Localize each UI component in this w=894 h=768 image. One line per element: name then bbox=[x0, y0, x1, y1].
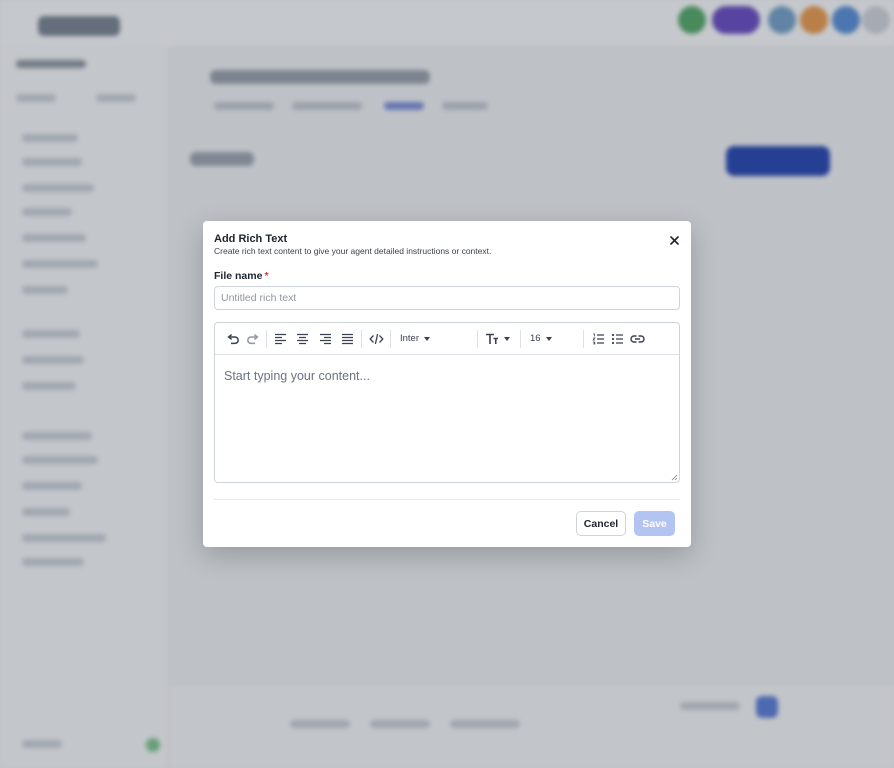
resize-handle-icon[interactable] bbox=[670, 473, 678, 481]
cancel-button[interactable]: Cancel bbox=[576, 511, 626, 536]
toolbar-divider bbox=[361, 330, 362, 348]
align-right-icon bbox=[319, 333, 331, 344]
align-justify-icon bbox=[341, 333, 353, 344]
dialog-title: Add Rich Text bbox=[214, 233, 288, 245]
code-icon bbox=[368, 333, 384, 344]
file-name-label-text: File name bbox=[214, 270, 263, 282]
toolbar-divider bbox=[266, 330, 267, 348]
align-left-icon bbox=[274, 333, 286, 344]
align-center-icon bbox=[296, 333, 308, 344]
align-justify-button[interactable] bbox=[339, 330, 355, 347]
editor-toolbar: Inter 16 bbox=[215, 323, 679, 355]
chevron-down-icon bbox=[545, 336, 552, 341]
bullet-list-icon bbox=[611, 333, 623, 344]
font-family-dropdown[interactable]: Inter bbox=[400, 330, 440, 347]
add-rich-text-dialog: Add Rich Text Create rich text content t… bbox=[203, 221, 691, 547]
toolbar-divider bbox=[390, 330, 391, 348]
chevron-down-icon bbox=[504, 336, 510, 341]
required-marker: * bbox=[264, 270, 269, 282]
toolbar-divider bbox=[477, 330, 478, 348]
ordered-list-button[interactable] bbox=[590, 330, 606, 347]
undo-icon bbox=[226, 333, 239, 344]
rich-text-editor: Inter 16 Start typing your content... bbox=[214, 322, 680, 483]
link-icon bbox=[629, 334, 645, 343]
close-icon bbox=[669, 235, 679, 245]
code-button[interactable] bbox=[367, 330, 385, 347]
text-size-icon bbox=[486, 333, 498, 344]
font-size-dropdown[interactable]: 16 bbox=[530, 330, 560, 347]
dialog-subtitle: Create rich text content to give your ag… bbox=[214, 246, 492, 256]
align-left-button[interactable] bbox=[272, 330, 288, 347]
file-name-input[interactable] bbox=[214, 286, 680, 310]
close-button[interactable] bbox=[666, 232, 682, 248]
toolbar-divider bbox=[583, 330, 584, 348]
redo-button[interactable] bbox=[244, 330, 261, 347]
align-center-button[interactable] bbox=[294, 330, 310, 347]
link-button[interactable] bbox=[628, 330, 646, 347]
toolbar-divider bbox=[520, 330, 521, 348]
bullet-list-button[interactable] bbox=[609, 330, 625, 347]
redo-icon bbox=[246, 333, 259, 344]
chevron-down-icon bbox=[424, 336, 431, 341]
font-family-value: Inter bbox=[400, 333, 420, 344]
ordered-list-icon bbox=[591, 333, 604, 344]
text-size-dropdown[interactable] bbox=[485, 330, 513, 347]
editor-content-area[interactable]: Start typing your content... bbox=[224, 369, 370, 383]
footer-divider bbox=[214, 499, 680, 500]
align-right-button[interactable] bbox=[317, 330, 333, 347]
file-name-label: File name * bbox=[214, 270, 269, 282]
save-button[interactable]: Save bbox=[634, 511, 675, 536]
font-size-value: 16 bbox=[530, 333, 541, 344]
undo-button[interactable] bbox=[224, 330, 241, 347]
